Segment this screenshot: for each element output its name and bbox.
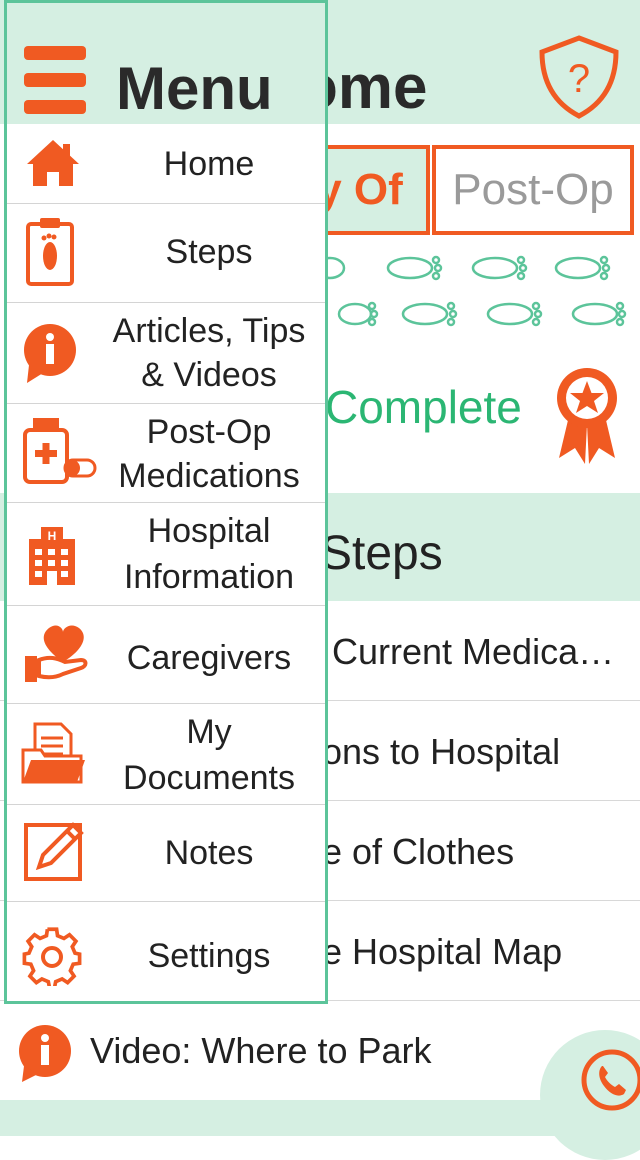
menu-item-articles[interactable]: Articles, Tips & Videos — [7, 303, 325, 404]
step-label: e of Clothes — [322, 831, 515, 872]
phone-icon — [581, 1049, 640, 1111]
hospital-icon: H — [29, 527, 75, 585]
steps-section-title: Steps — [320, 527, 443, 580]
tab-post-op[interactable]: Post-Op — [432, 145, 634, 235]
menu-item-label: Articles, Tips — [112, 312, 306, 350]
complete-label: Complete — [325, 381, 522, 433]
menu-item-label: Post-Op — [146, 413, 272, 451]
menu-title: Menu — [116, 55, 273, 122]
step-label: e Hospital Map — [322, 931, 563, 972]
footprints-progress-icon — [320, 255, 627, 327]
menu-item-label: Caregivers — [126, 639, 292, 677]
menu-item-steps[interactable]: Steps — [7, 204, 325, 303]
menu-item-label: Home — [163, 145, 255, 183]
svg-text:H: H — [48, 529, 57, 543]
hamburger-menu-icon[interactable] — [24, 46, 86, 114]
step-label: Current Medica… — [332, 631, 615, 672]
menu-item-label-line2: Medications — [118, 457, 300, 495]
menu-item-medications[interactable]: Post-Op Medications — [7, 404, 325, 503]
menu-item-label-line2: Information — [123, 558, 295, 596]
video-label: Video: Where to Park — [90, 1030, 432, 1071]
info-icon — [24, 324, 76, 383]
medication-icon — [23, 418, 97, 484]
help-shield-icon[interactable]: ? — [536, 34, 622, 120]
menu-item-label: Notes — [164, 834, 254, 872]
info-icon — [19, 1025, 71, 1082]
menu-item-label-line2: Documents — [123, 759, 295, 797]
svg-text:?: ? — [568, 57, 590, 101]
step-label: ons to Hospital — [322, 731, 561, 772]
menu-item-label: My — [186, 713, 232, 751]
steps-clipboard-icon — [26, 218, 74, 286]
award-ribbon-icon — [557, 368, 617, 464]
menu-item-notes[interactable]: Notes — [7, 805, 325, 902]
menu-item-label-line2: & Videos — [141, 356, 277, 394]
menu-item-caregivers[interactable]: Caregivers — [7, 606, 325, 704]
notes-icon — [24, 822, 84, 881]
menu-item-hospital[interactable]: H Hospital Information — [7, 503, 325, 606]
documents-icon — [21, 722, 85, 784]
menu-item-settings[interactable]: Settings — [7, 902, 325, 1000]
caregivers-icon — [25, 625, 88, 682]
menu-item-home[interactable]: Home — [7, 124, 325, 204]
menu-item-documents[interactable]: My Documents — [7, 704, 325, 805]
menu-item-label: Hospital — [147, 512, 271, 550]
gear-icon — [22, 927, 82, 986]
home-icon — [27, 140, 79, 186]
menu-item-label: Settings — [147, 937, 271, 975]
menu-item-label: Steps — [165, 233, 253, 271]
